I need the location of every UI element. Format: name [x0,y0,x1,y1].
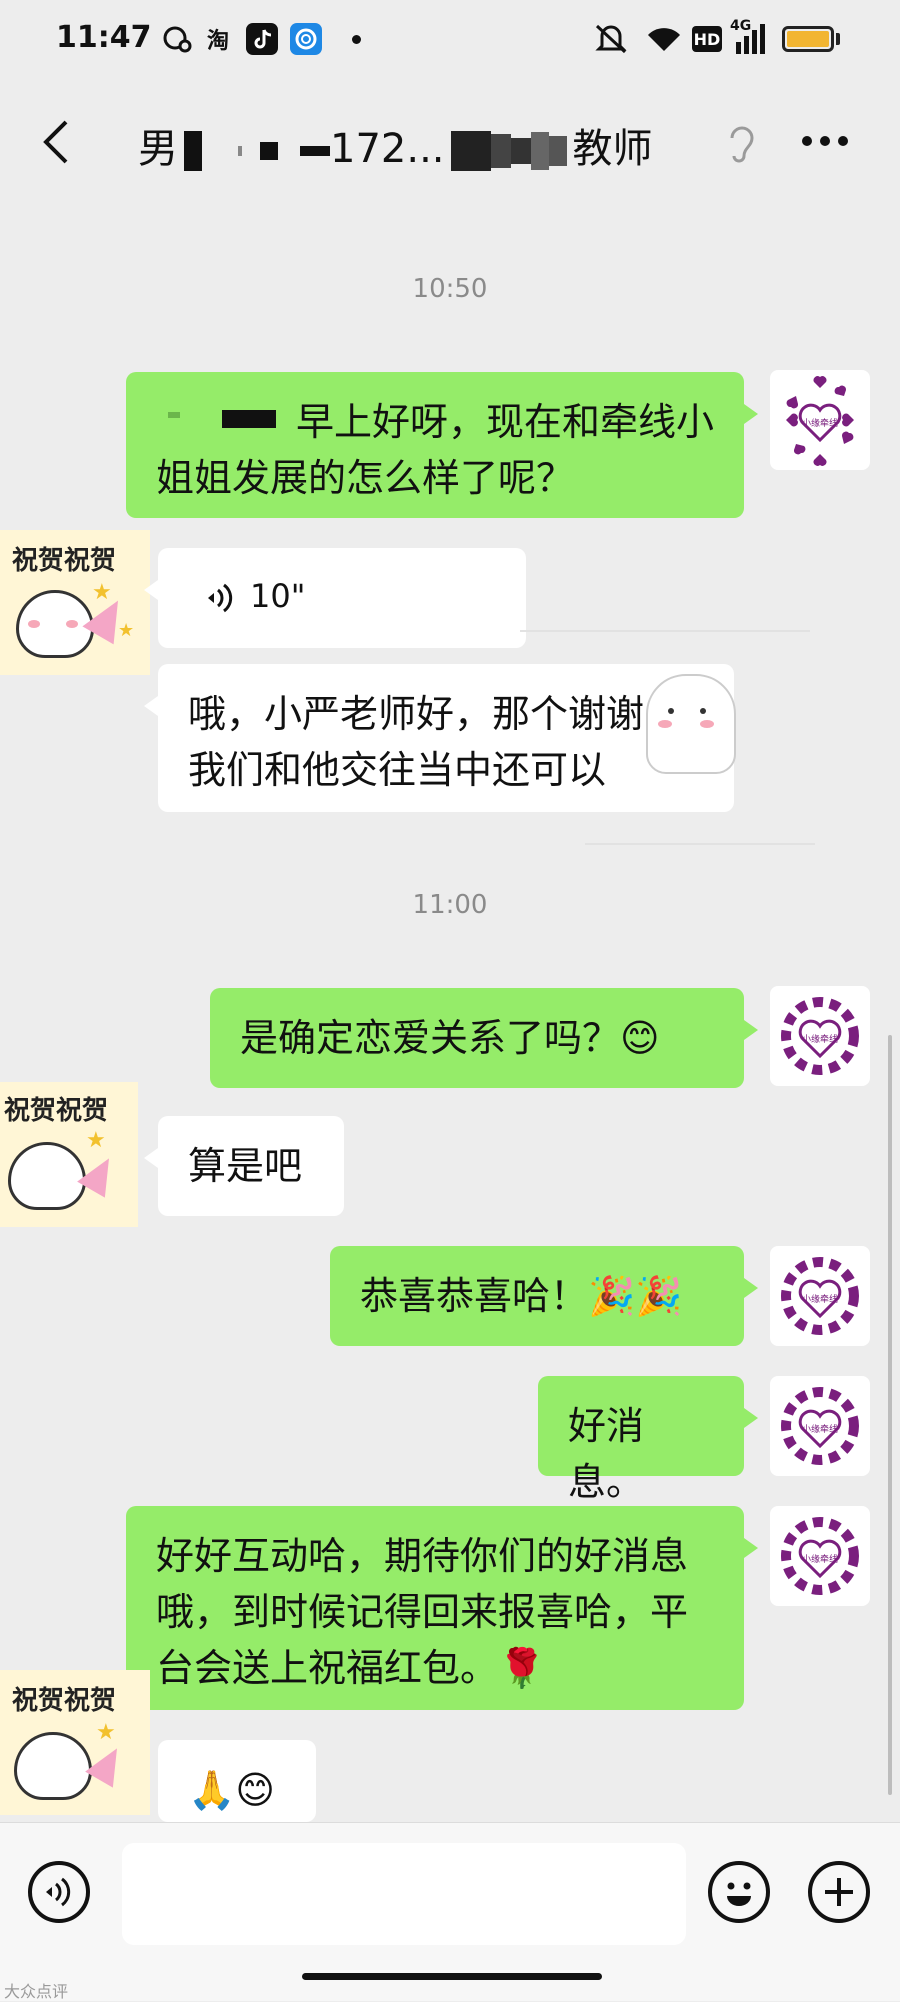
self-avatar-label: 小缘牵线 [802,1553,838,1565]
earpiece-mode-icon [730,126,754,163]
message-text: 哦，小严老师好，那个谢谢我们和他交往当中还可以 [188,692,645,792]
dot-icon [348,22,364,56]
star-icon: ★ [86,1128,106,1153]
message-bubble-incoming[interactable]: 哦，小严老师好，那个谢谢我们和他交往当中还可以 [144,664,736,812]
redaction-block [222,410,276,428]
bear-blush [66,620,78,628]
message-bubble-outgoing[interactable]: 恭喜恭喜哈！🎉🎉 [330,1246,758,1346]
sticker-text: 祝贺祝贺 [12,1686,117,1716]
message-timestamp: 10:50 [412,274,488,304]
title-prefix: 男 [138,126,178,172]
plus-icon [825,1878,853,1906]
chat-bubble-icon [163,26,192,53]
heart-ring-logo-icon: 小缘牵线 [781,997,859,1075]
bear-sticker-icon [14,1732,92,1800]
redaction-block [490,134,511,168]
title-middle: 172... [330,126,445,172]
tiktok-icon [246,23,278,55]
mute-icon [595,24,627,54]
voice-wave-icon [46,1877,71,1907]
scrollbar[interactable] [888,1035,892,1795]
cat-sticker-icon [646,674,736,774]
heart-ring-logo-icon: 小缘牵线 [781,1387,859,1465]
redaction-block [530,132,549,170]
message-bubble-outgoing[interactable]: 是确定恋爱关系了吗？😊 [210,988,758,1088]
input-bar [0,1822,900,2001]
app-icon [290,23,322,55]
redaction-block [184,131,202,171]
bear-sticker-icon [8,1142,86,1210]
message-bubble-incoming[interactable]: 🙏😊 [158,1740,316,1822]
home-indicator[interactable] [302,1973,602,1980]
star-icon: ★ [92,580,112,605]
4g-signal-icon: 4G [730,18,774,56]
contact-avatar[interactable]: 祝贺祝贺 ★ [0,1082,138,1227]
self-avatar[interactable]: 小缘牵线 [770,1246,870,1346]
voice-input-button[interactable] [28,1861,90,1923]
chat-header: 男 172... 教师 [0,80,900,200]
message-text: 算是吧 [188,1144,303,1188]
message-text: 是确定恋爱关系了吗？😊 [240,1016,660,1060]
self-avatar[interactable]: 小缘牵线 [770,1506,870,1606]
back-arrow-icon[interactable] [36,114,80,170]
message-input[interactable] [122,1843,686,1945]
smiley-icon [727,1882,751,1906]
redaction-block [510,138,531,164]
watermark: 大众点评 [4,1982,69,2001]
message-timestamp: 11:00 [412,890,488,920]
redaction-block [300,146,330,156]
self-avatar[interactable]: 小缘牵线 [770,1376,870,1476]
redaction-block [548,136,567,166]
star-icon: ★ [118,620,135,641]
bear-blush [28,620,40,628]
redaction-block [450,131,491,171]
party-popper-icon [85,1740,131,1788]
wifi-icon [648,28,680,51]
message-text: 好消息。 [568,1404,645,1504]
redaction-block [168,412,180,418]
heart-ring-logo-icon: 小缘牵线 [781,1517,859,1595]
chat-title: 男 172... 教师 [138,116,653,174]
divider [520,630,810,632]
self-avatar-label: 小缘牵线 [802,1033,838,1045]
voice-duration: 10" [250,577,306,615]
emoji-button[interactable] [708,1861,770,1923]
message-text: 🙏😊 [188,1768,275,1812]
message-bubble-incoming[interactable]: 算是吧 [144,1116,344,1216]
self-avatar-label: 小缘牵线 [802,417,838,429]
hd-icon: HD [692,26,722,52]
voice-wave-icon [208,583,233,613]
self-avatar[interactable]: 小缘牵线 [770,370,870,470]
title-suffix: 教师 [572,126,653,172]
message-text: 恭喜恭喜哈！🎉🎉 [360,1274,683,1318]
self-avatar-label: 小缘牵线 [802,1293,838,1305]
voice-message-bubble[interactable]: 10" [144,548,526,648]
status-time: 11:47 [56,20,152,55]
contact-avatar[interactable]: 祝贺祝贺 ★ ★ [0,530,150,675]
battery-icon [782,26,834,52]
more-functions-button[interactable] [808,1861,870,1923]
self-avatar-label: 小缘牵线 [802,1423,838,1435]
status-bar: 11:47 淘 HD 4G [0,0,900,80]
message-bubble-outgoing[interactable]: 好好互动哈，期待你们的好消息哦，到时候记得回来报喜哈，平台会送上祝福红包。🌹 [126,1506,758,1710]
self-avatar[interactable]: 小缘牵线 [770,986,870,1086]
contact-avatar[interactable]: 祝贺祝贺 ★ [0,1670,150,1815]
sticker-text: 祝贺祝贺 [12,546,117,576]
taobao-icon: 淘 [206,29,229,54]
heart-ring-logo-icon: 小缘牵线 [786,376,854,466]
message-text: 好好互动哈，期待你们的好消息哦，到时候记得回来报喜哈，平台会送上祝福红包。🌹 [156,1534,689,1690]
sticker-text: 祝贺祝贺 [4,1096,109,1126]
message-bubble-outgoing[interactable]: 好消息。 [538,1376,758,1504]
battery-tip [836,33,840,45]
redaction-block [260,142,278,160]
message-bubble-outgoing[interactable]: 早上好呀，现在和牵线小姐姐发展的怎么样了呢？ [126,372,758,518]
redaction-block [238,146,242,156]
more-options-button[interactable] [800,134,850,148]
divider [585,843,815,845]
heart-ring-logo-icon: 小缘牵线 [781,1257,859,1335]
